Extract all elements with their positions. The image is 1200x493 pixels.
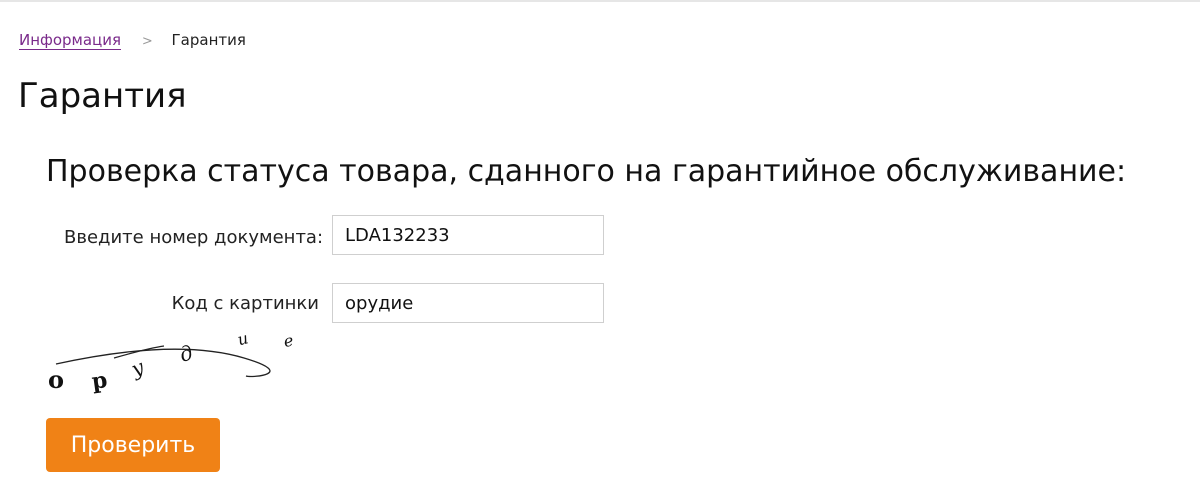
captcha-letter: д — [176, 340, 195, 367]
top-divider — [0, 0, 1200, 2]
page-title: Гарантия — [18, 76, 187, 116]
captcha-code-label: Код с картинки — [171, 293, 319, 314]
captcha-image: о р у д и е — [48, 328, 295, 395]
captcha-code-input[interactable] — [332, 283, 604, 323]
warranty-check-heading: Проверка статуса товара, сданного на гар… — [46, 154, 1127, 189]
breadcrumb-current: Гарантия — [171, 31, 246, 49]
breadcrumb-link-information[interactable]: Информация — [19, 31, 122, 50]
captcha-letter: о — [48, 365, 64, 394]
document-number-label: Введите номер документа: — [64, 227, 324, 248]
captcha-letter: р — [90, 367, 109, 395]
captcha-letter: и — [236, 328, 251, 349]
breadcrumb: Информация > Гарантия — [19, 30, 246, 52]
check-button[interactable]: Проверить — [46, 418, 220, 472]
breadcrumb-separator: > — [141, 34, 153, 49]
captcha-letter: е — [282, 331, 295, 351]
captcha-letter: у — [127, 354, 148, 381]
captcha-noise-line — [55, 348, 271, 378]
document-number-input[interactable] — [332, 215, 604, 255]
